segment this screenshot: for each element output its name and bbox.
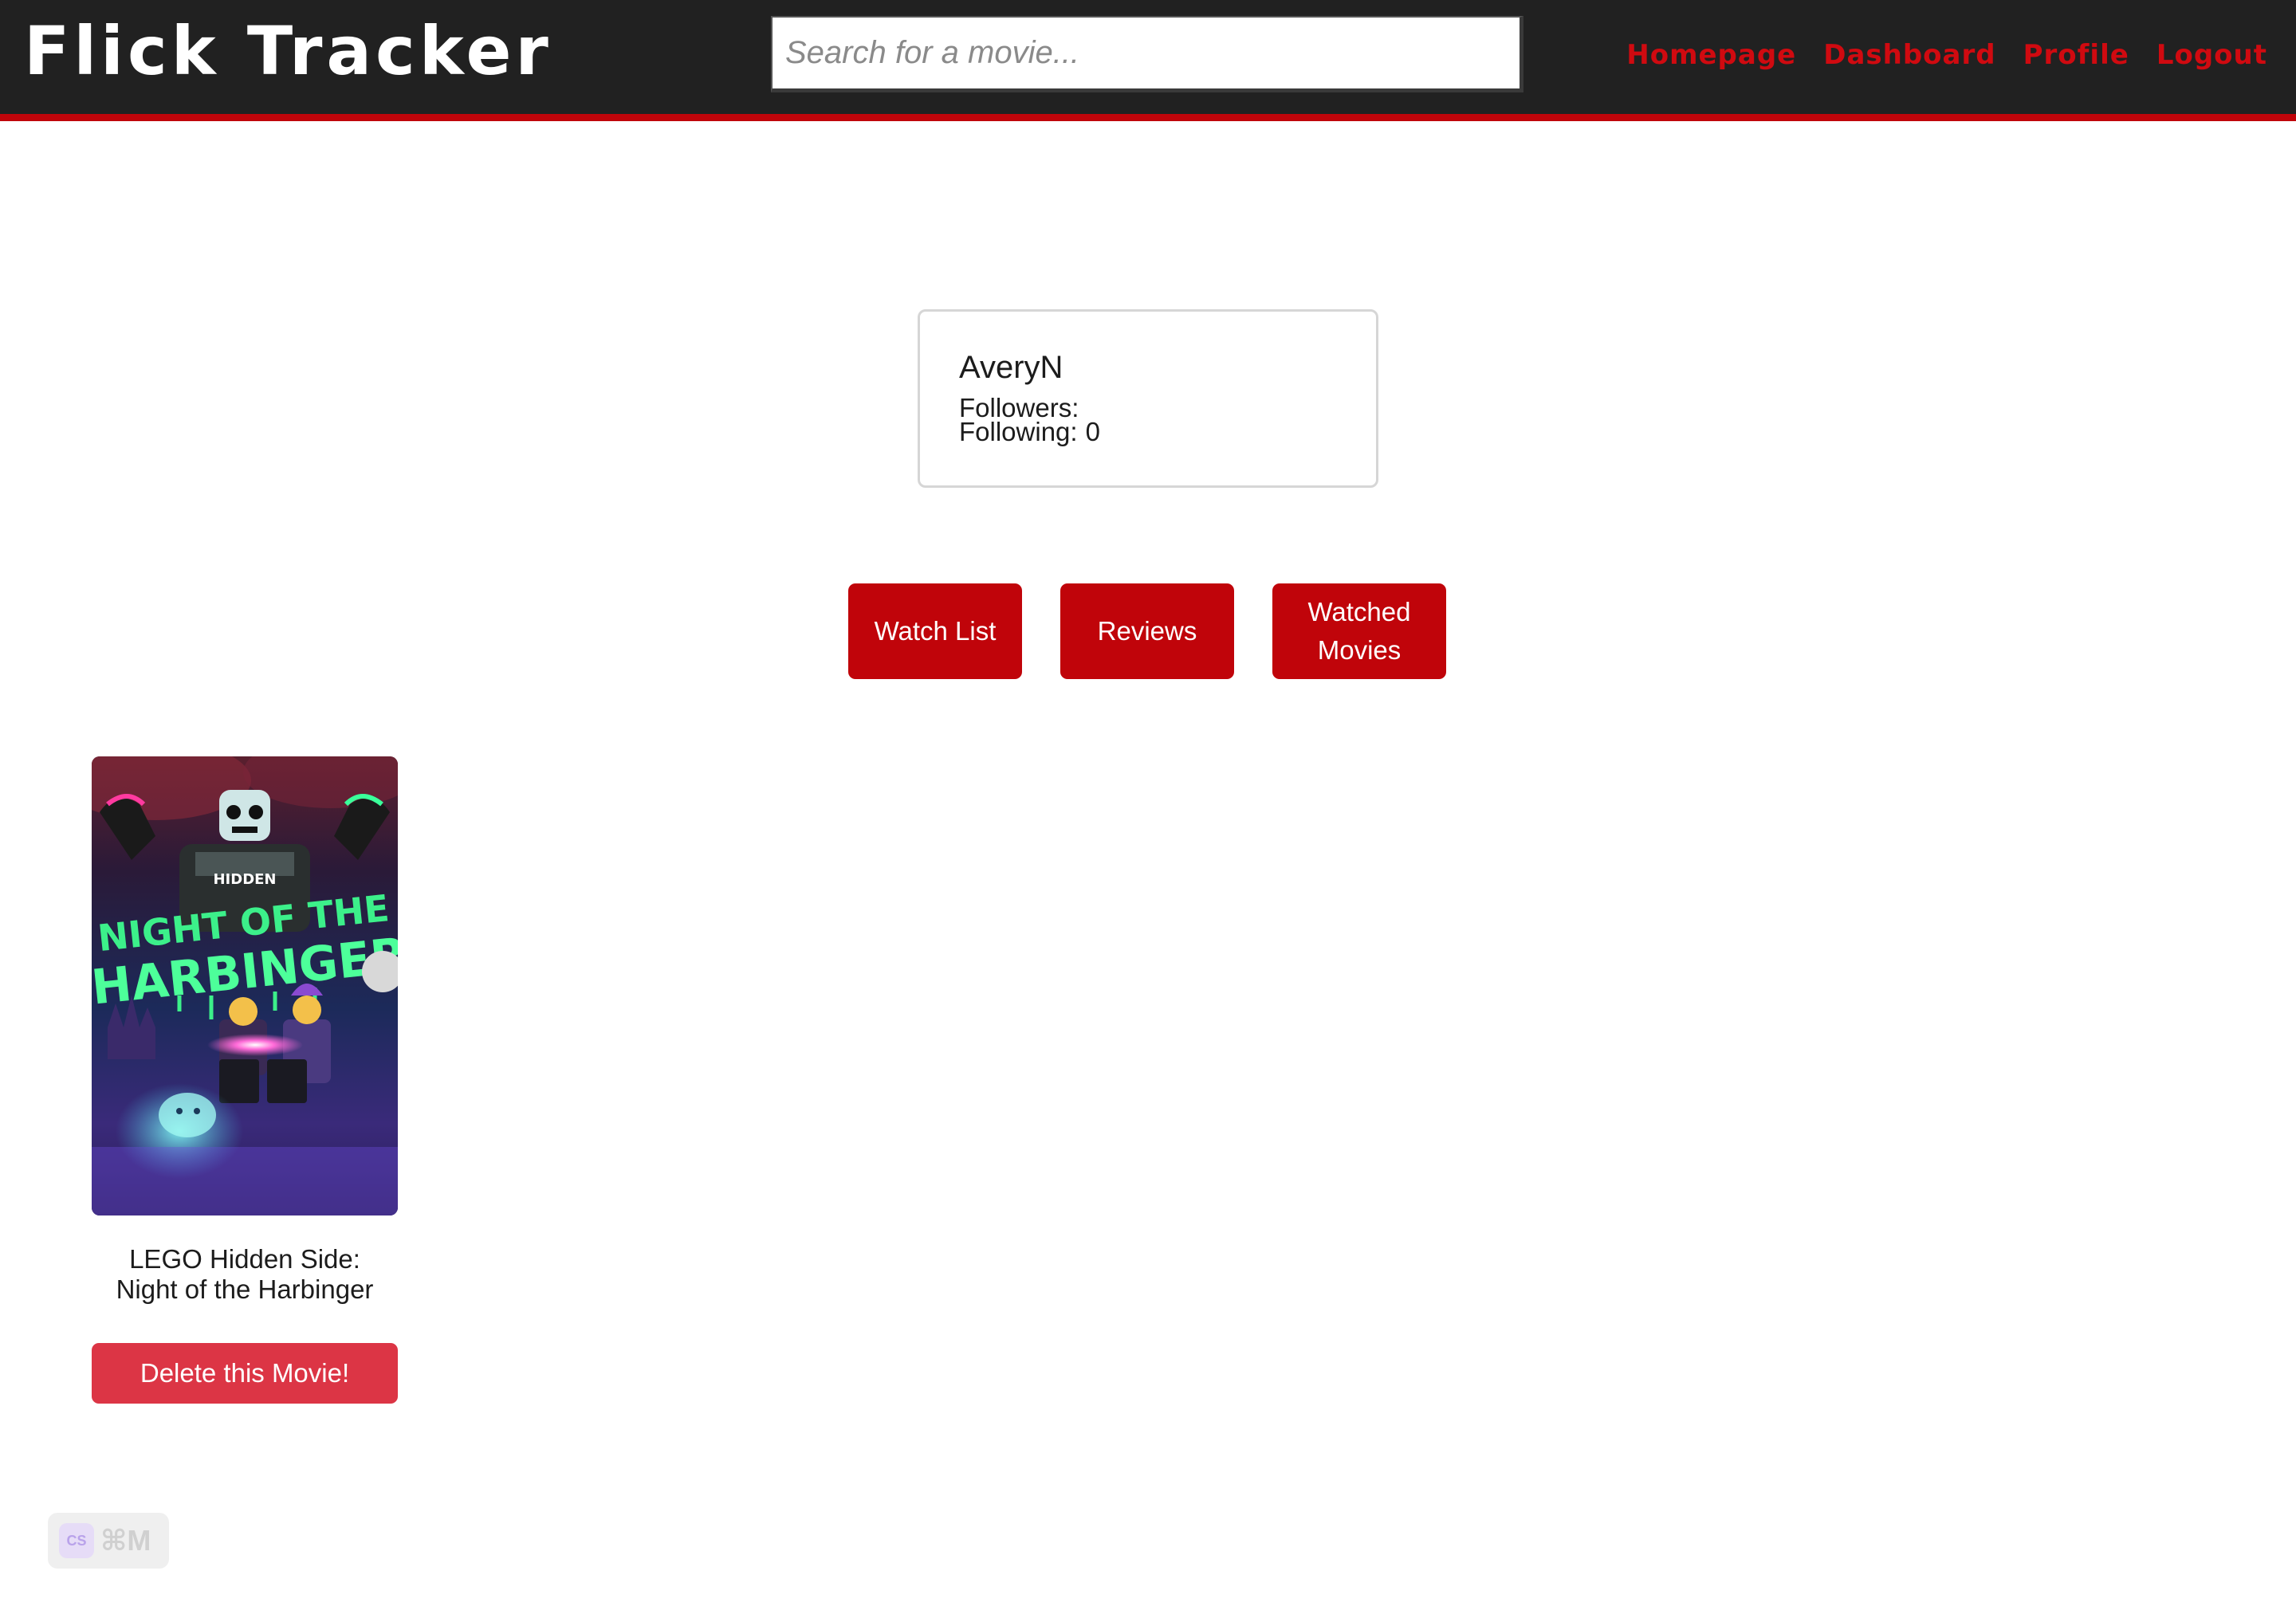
nav-homepage-link[interactable]: Homepage	[1626, 35, 1796, 75]
brand-logo[interactable]: Flick Tracker	[24, 11, 552, 91]
following-label: Following:	[959, 417, 1078, 446]
movie-poster[interactable]: HIDDEN NIGHT OF THE HARBINGER	[92, 756, 398, 1215]
movie-card: HIDDEN NIGHT OF THE HARBINGER LEGO Hidde…	[92, 756, 398, 1404]
watched-movies-button[interactable]: Watched Movies	[1272, 583, 1446, 679]
poster-hidden-logo: HIDDEN	[213, 871, 276, 888]
reviews-button[interactable]: Reviews	[1060, 583, 1234, 679]
profile-username: AveryN	[959, 350, 1063, 385]
movie-title: LEGO Hidden Side: Night of the Harbinger	[116, 1244, 374, 1304]
nav-logout-link[interactable]: Logout	[2156, 35, 2267, 75]
nav-profile-link[interactable]: Profile	[2023, 35, 2129, 75]
extension-logo-icon: CS	[59, 1523, 94, 1558]
nav-dashboard-link[interactable]: Dashboard	[1823, 35, 1995, 75]
poster-artwork: HIDDEN NIGHT OF THE HARBINGER	[92, 756, 398, 1215]
watch-list-button[interactable]: Watch List	[848, 583, 1022, 679]
top-navbar: Flick Tracker Homepage Dashboard Profile…	[0, 0, 2296, 121]
profile-tabs: Watch List Reviews Watched Movies	[848, 583, 1446, 679]
main-nav: Homepage Dashboard Profile Logout	[1626, 35, 2267, 75]
shortcut-keys: ⌘M	[100, 1524, 151, 1557]
following-count: 0	[1085, 417, 1100, 446]
following-stat: Following: 0	[959, 417, 1376, 446]
shortcut-badge[interactable]: CS ⌘M	[48, 1513, 169, 1569]
profile-card: AveryN Followers: Following: 0	[918, 309, 1378, 488]
delete-movie-button[interactable]: Delete this Movie!	[92, 1343, 398, 1404]
movie-search-input[interactable]	[771, 16, 1523, 92]
